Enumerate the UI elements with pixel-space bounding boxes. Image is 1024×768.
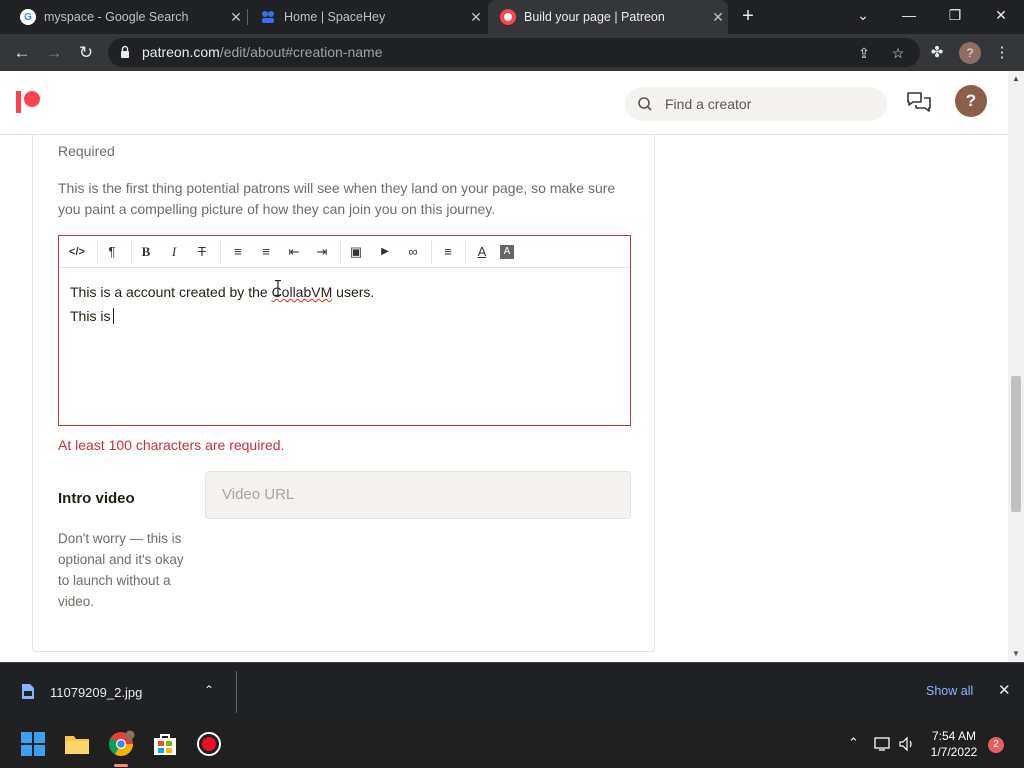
editor-content[interactable]: This is a account created by the CollabV… (70, 280, 374, 328)
close-shelf-icon[interactable]: ✕ (998, 681, 1011, 699)
file-icon (22, 684, 34, 699)
tab-search-chevron-icon[interactable]: ⌄ (840, 0, 886, 34)
shelf-divider (236, 671, 237, 713)
toolbar-divider (97, 240, 98, 264)
paragraph-icon[interactable]: ¶ (102, 242, 122, 262)
link-icon[interactable]: ∞ (403, 242, 423, 262)
back-button[interactable]: ← (9, 40, 35, 66)
network-icon[interactable] (874, 736, 892, 752)
close-window-button[interactable]: ✕ (978, 0, 1024, 34)
tab-patreon[interactable]: Build your page | Patreon ✕ (488, 0, 728, 34)
image-icon[interactable]: ▣ (346, 242, 366, 262)
scroll-down-arrow[interactable]: ▼ (1008, 649, 1024, 658)
new-tab-button[interactable]: + (737, 6, 759, 28)
active-app-indicator (114, 764, 128, 767)
address-bar[interactable]: patreon.com/edit/about#creation-name ⇪ ☆ (108, 38, 920, 67)
messages-icon[interactable] (906, 91, 932, 115)
recorder-icon[interactable] (195, 730, 223, 758)
notification-badge[interactable]: 2 (988, 737, 1004, 753)
numbered-list-icon[interactable]: ≡ (256, 242, 276, 262)
taskbar-clock[interactable]: 7:54 AM 1/7/2022 (924, 728, 984, 760)
highlight-icon[interactable]: A (500, 245, 514, 259)
patreon-icon (500, 9, 516, 25)
reload-button[interactable]: ↻ (73, 40, 99, 66)
bullet-list-icon[interactable]: ≡ (228, 242, 248, 262)
share-icon[interactable]: ⇪ (854, 43, 874, 63)
download-shelf: 11079209_2.jpg ⌃ Show all ✕ (0, 662, 1024, 720)
bold-icon[interactable]: B (136, 242, 156, 262)
url-text: patreon.com/edit/about#creation-name (142, 44, 383, 60)
clock-date: 1/7/2022 (930, 745, 978, 759)
text-caret (113, 308, 115, 324)
close-tab-icon[interactable]: ✕ (226, 9, 246, 26)
patreon-logo[interactable] (16, 91, 40, 113)
toolbar-divider (220, 240, 221, 264)
toolbar-divider (340, 240, 341, 264)
windows-start-icon[interactable] (19, 730, 47, 758)
chrome-icon[interactable] (107, 730, 135, 758)
tab-strip: G myspace - Google Search ✕ Home | Space… (0, 0, 1024, 34)
about-editor[interactable]: </> ¶ B I T ≡ ≡ ⇤ ⇥ ▣ ▶ ∞ ≡ A A This is … (58, 235, 631, 426)
scrollbar-thumb[interactable] (1011, 376, 1021, 512)
forward-button[interactable]: → (41, 40, 67, 66)
patreon-header: Find a creator ? (0, 71, 1008, 135)
align-icon[interactable]: ≡ (438, 242, 458, 262)
error-message: At least 100 characters are required. (58, 437, 285, 453)
page-viewport: Find a creator ? Required This is the fi… (0, 71, 1008, 662)
close-tab-icon[interactable]: ✕ (466, 9, 486, 26)
italic-icon[interactable]: I (164, 242, 184, 262)
toolbar-divider (465, 240, 466, 264)
chevron-up-icon[interactable]: ⌃ (204, 683, 214, 697)
windows-taskbar: ⌃ 7:54 AM 1/7/2022 2 (0, 720, 1024, 768)
help-avatar[interactable]: ? (955, 85, 987, 117)
download-item[interactable]: 11079209_2.jpg (50, 685, 142, 700)
search-icon (638, 97, 652, 111)
mouse-ibeam-cursor (275, 280, 281, 296)
about-card: Required This is the first thing potenti… (32, 135, 655, 652)
code-icon[interactable]: </> (67, 242, 87, 262)
show-all-button[interactable]: Show all (926, 684, 973, 698)
minimize-button[interactable]: — (886, 0, 932, 34)
editor-line-1: This is a account created by the CollabV… (70, 284, 375, 300)
tray-chevron-icon[interactable]: ⌃ (848, 735, 859, 751)
menu-kebab-icon[interactable]: ⋮ (991, 42, 1013, 64)
restore-button[interactable]: ❐ (932, 0, 978, 34)
bookmark-star-icon[interactable]: ☆ (888, 43, 908, 63)
editor-line-2: This is (70, 304, 374, 328)
video-icon[interactable]: ▶ (375, 242, 395, 262)
page-scrollbar[interactable]: ▲ ▼ (1008, 71, 1024, 662)
toolbar-divider (431, 240, 432, 264)
intro-video-help: Don't worry — this is optional and it's … (58, 531, 184, 609)
text-color-icon[interactable]: A (472, 242, 492, 262)
clock-time: 7:54 AM (931, 729, 977, 743)
toolbar-divider (131, 240, 132, 264)
intro-video-label: Intro video (58, 490, 135, 507)
browser-toolbar: ← → ↻ patreon.com/edit/about#creation-na… (0, 34, 1024, 71)
lock-icon (121, 45, 129, 58)
tab-spacehey[interactable]: Home | SpaceHey ✕ (248, 0, 486, 34)
indent-icon[interactable]: ⇥ (312, 242, 332, 262)
strikethrough-icon[interactable]: T (192, 242, 212, 262)
tab-google-search[interactable]: G myspace - Google Search ✕ (8, 0, 246, 34)
store-icon[interactable] (151, 730, 179, 758)
about-help-text: This is the first thing potential patron… (58, 180, 616, 217)
required-label: Required (58, 143, 115, 159)
find-creator-search[interactable]: Find a creator (625, 87, 887, 121)
profile-avatar[interactable]: ? (959, 42, 981, 64)
file-explorer-icon[interactable] (63, 730, 91, 758)
extensions-puzzle-icon[interactable]: ✤ (926, 42, 948, 64)
editor-toolbar: </> ¶ B I T ≡ ≡ ⇤ ⇥ ▣ ▶ ∞ ≡ A A (59, 236, 630, 268)
scroll-up-arrow[interactable]: ▲ (1008, 74, 1024, 83)
spacehey-icon (260, 9, 276, 25)
outdent-icon[interactable]: ⇤ (284, 242, 304, 262)
close-tab-icon[interactable]: ✕ (708, 9, 728, 26)
google-icon: G (20, 9, 36, 25)
video-url-input[interactable]: Video URL (205, 471, 631, 519)
volume-icon[interactable] (898, 736, 916, 752)
